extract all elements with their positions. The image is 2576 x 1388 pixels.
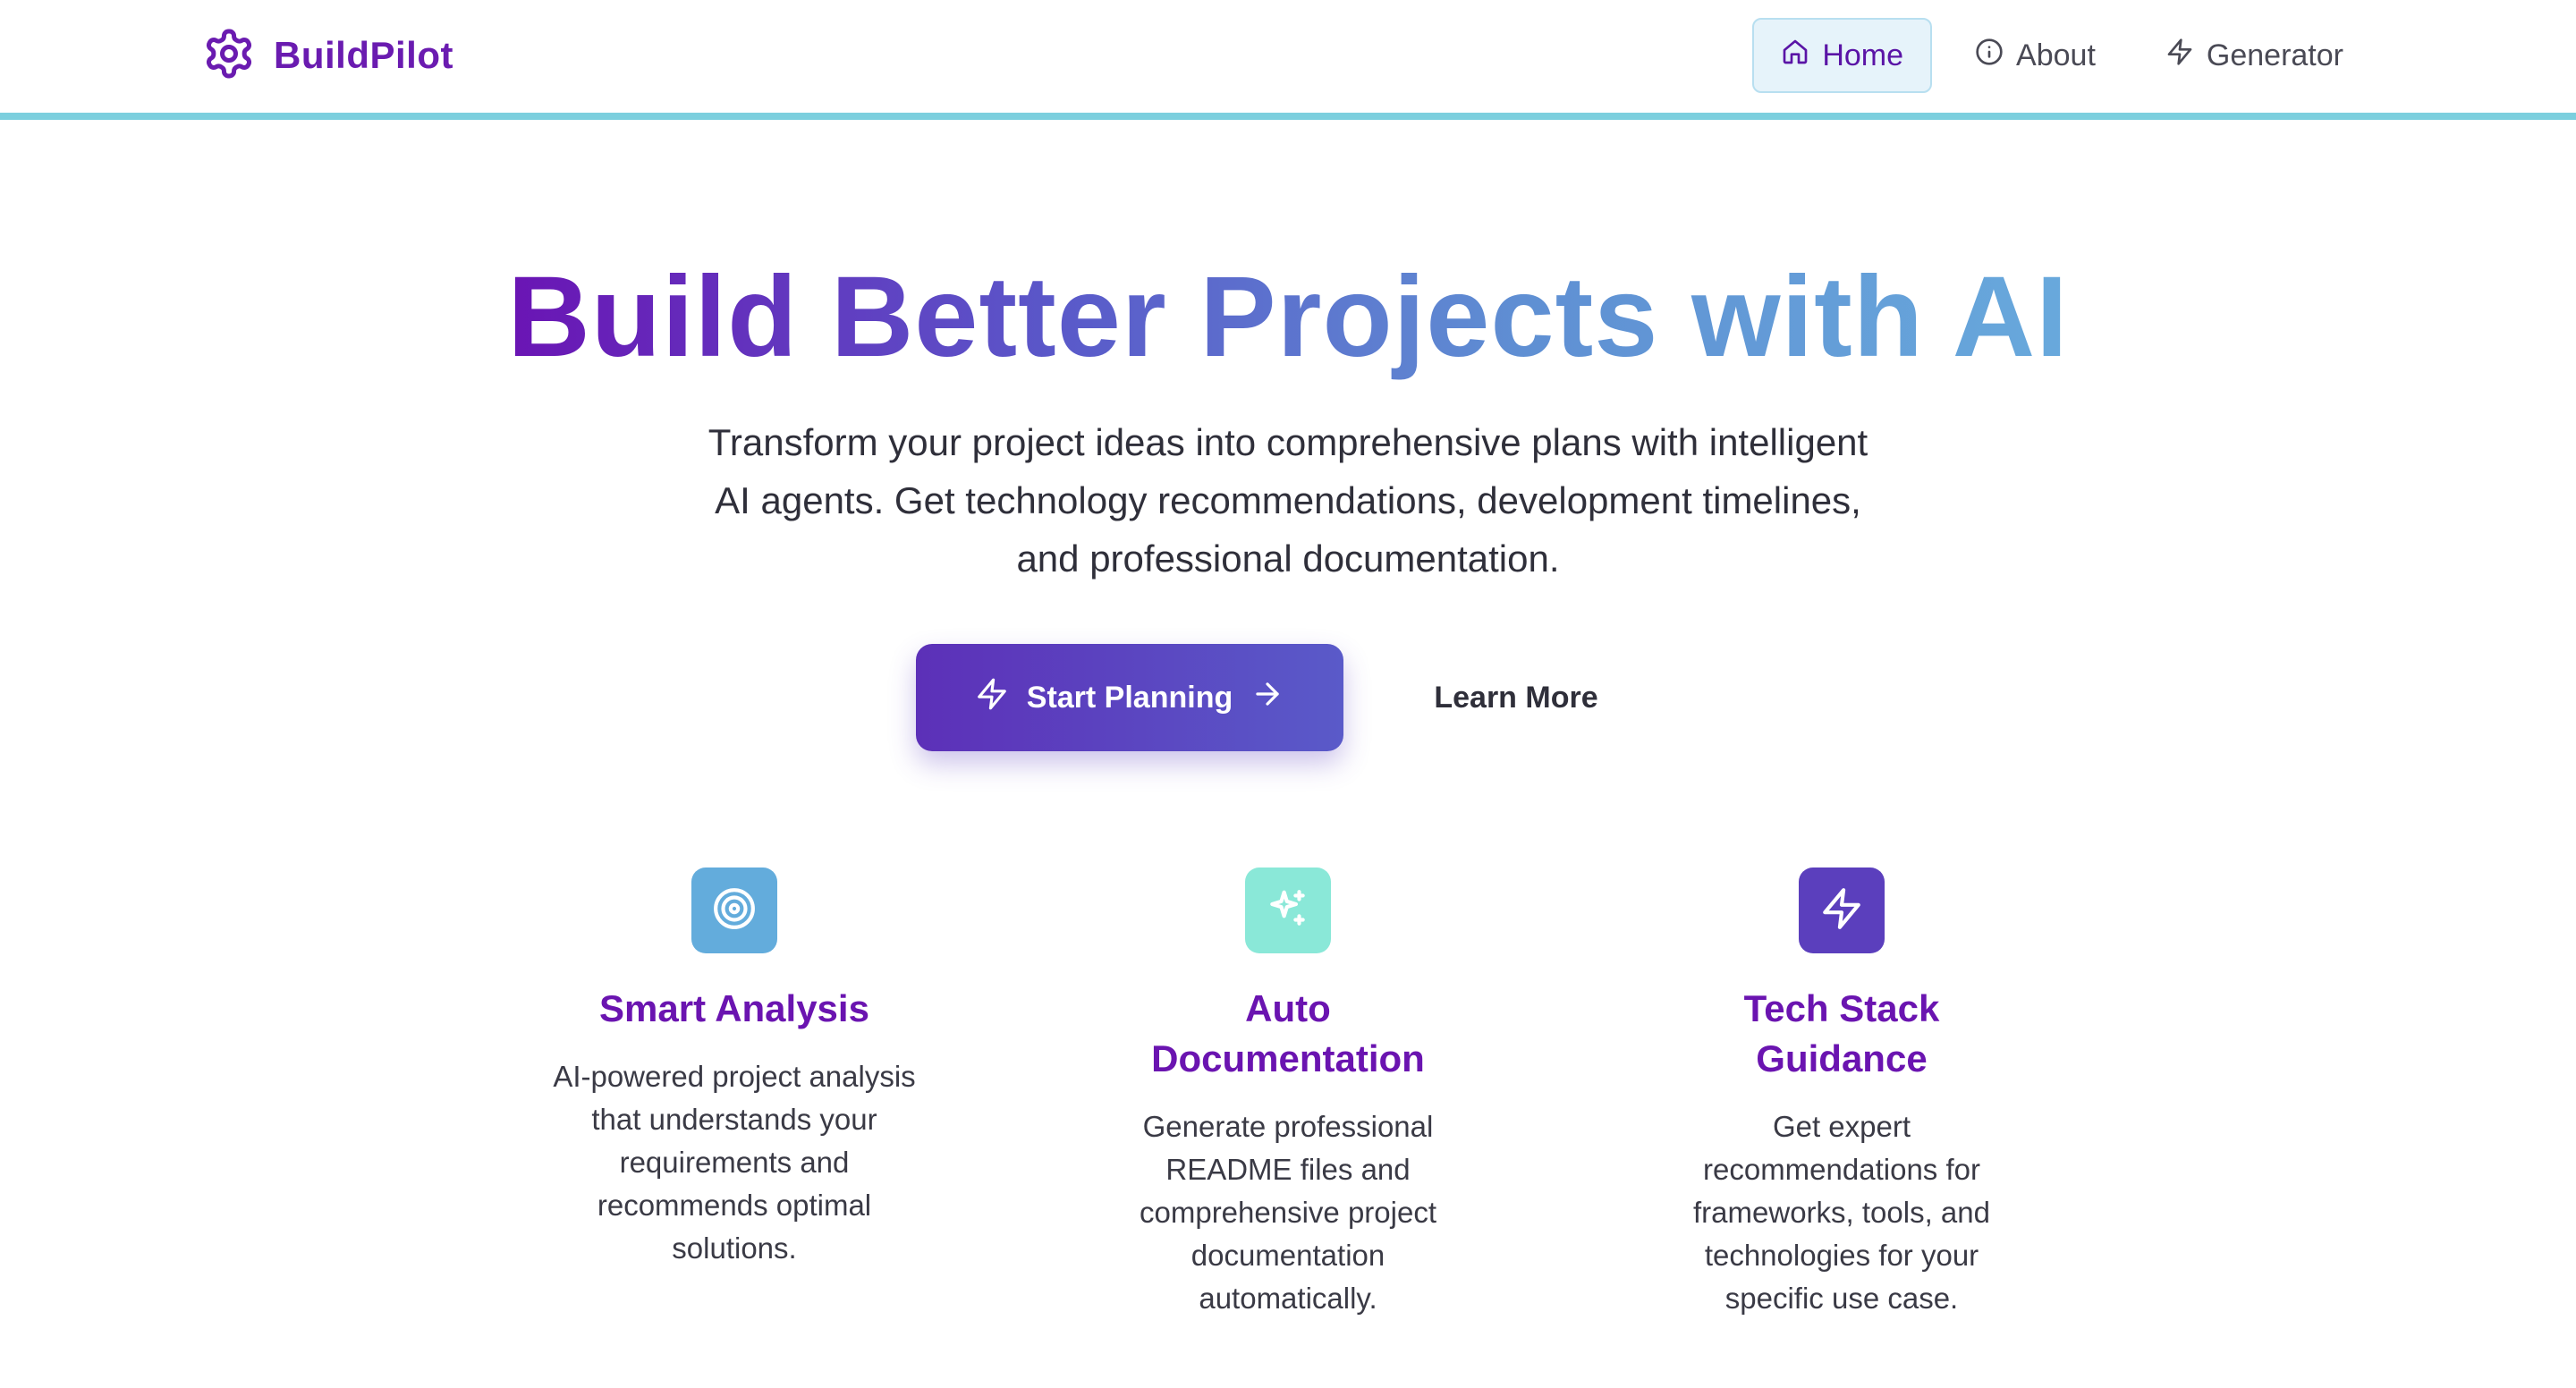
feature-card-smart-analysis: Smart Analysis AI-powered project analys… bbox=[538, 868, 931, 1270]
nav-item-home[interactable]: Home bbox=[1752, 18, 1933, 93]
feature-title: Auto Documentation bbox=[1151, 987, 1425, 1079]
nav-item-generator[interactable]: Generator bbox=[2139, 18, 2370, 93]
gear-icon bbox=[202, 27, 256, 85]
feature-title: Smart Analysis bbox=[599, 987, 869, 1029]
feature-icon-box bbox=[1799, 868, 1885, 953]
nav-item-about[interactable]: About bbox=[1948, 18, 2123, 93]
feature-title: Tech Stack Guidance bbox=[1743, 987, 1940, 1079]
main-nav: Home About Generator bbox=[1752, 18, 2370, 93]
feature-icon-box bbox=[1245, 868, 1331, 953]
feature-description: Generate professional README files and c… bbox=[1140, 1110, 1436, 1315]
nav-item-label: Home bbox=[1822, 38, 1904, 72]
lightning-icon bbox=[1819, 886, 1864, 935]
nav-item-label: About bbox=[2016, 38, 2096, 72]
nav-item-label: Generator bbox=[2206, 38, 2343, 72]
lightning-icon bbox=[975, 677, 1009, 719]
hero-title-text: Build Better Projects with AI bbox=[507, 253, 2069, 381]
lightning-icon bbox=[2165, 38, 2194, 74]
target-icon bbox=[712, 886, 757, 935]
learn-more-button[interactable]: Learn More bbox=[1395, 644, 1637, 751]
learn-more-label: Learn More bbox=[1434, 680, 1598, 715]
top-navbar: BuildPilot Home About Generator bbox=[0, 0, 2576, 120]
arrow-right-icon bbox=[1250, 677, 1284, 719]
feature-icon-box bbox=[691, 868, 777, 953]
home-icon bbox=[1781, 38, 1809, 74]
feature-description: Get expert recommendations for framework… bbox=[1693, 1110, 1990, 1315]
feature-card-auto-documentation: Auto Documentation Generate professional… bbox=[1091, 868, 1485, 1320]
feature-description: AI-powered project analysis that underst… bbox=[553, 1060, 916, 1265]
hero-subtitle: Transform your project ideas into compre… bbox=[708, 421, 1868, 580]
start-planning-label: Start Planning bbox=[1026, 680, 1233, 715]
feature-card-tech-stack-guidance: Tech Stack Guidance Get expert recommend… bbox=[1645, 868, 2038, 1320]
info-icon bbox=[1975, 38, 2004, 74]
sparkles-icon bbox=[1266, 886, 1310, 935]
start-planning-button[interactable]: Start Planning bbox=[916, 644, 1343, 751]
cta-row: Start Planning Learn More bbox=[0, 644, 2576, 753]
hero-title: Build Better Projects with AI bbox=[0, 250, 2576, 385]
brand-name: BuildPilot bbox=[274, 34, 453, 76]
brand-logo-link[interactable]: BuildPilot bbox=[202, 27, 453, 84]
